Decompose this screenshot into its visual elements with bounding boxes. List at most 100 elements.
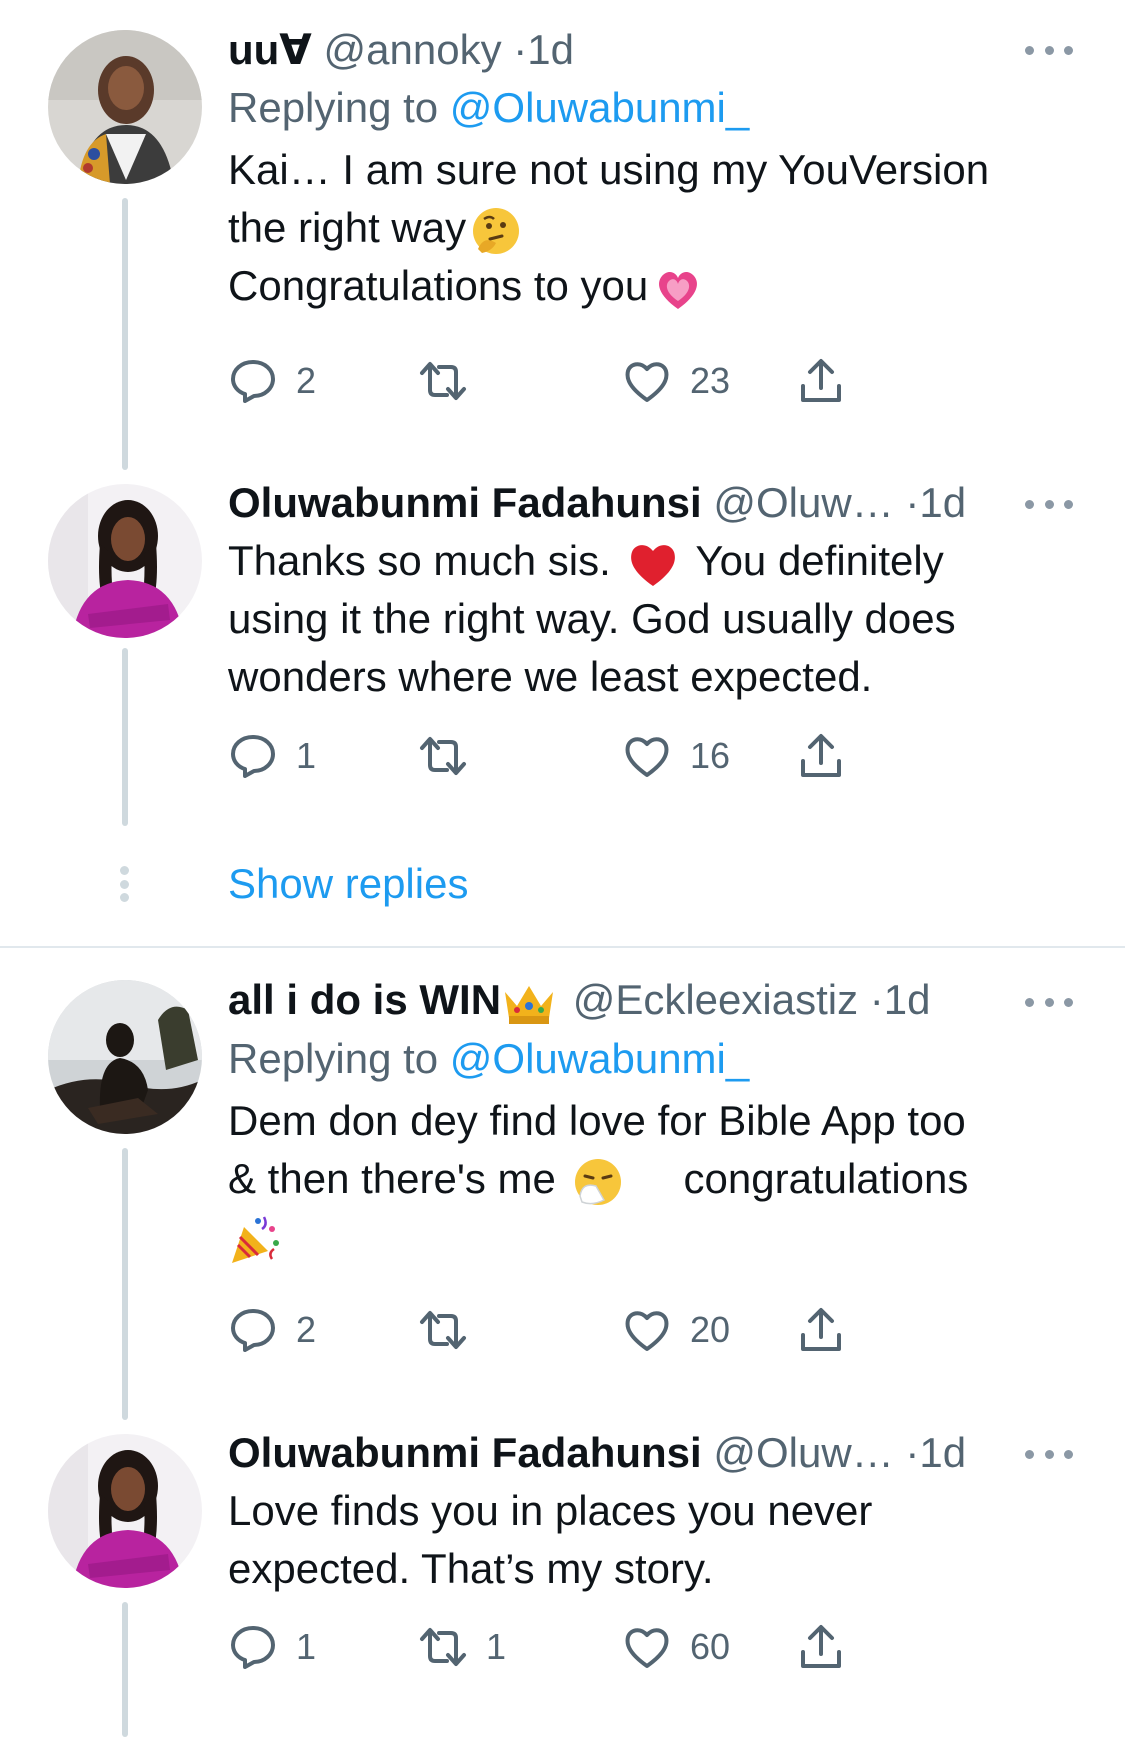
retweet-button[interactable]: 1	[418, 1622, 506, 1672]
share-button[interactable]	[796, 1305, 846, 1355]
avatar[interactable]	[48, 484, 202, 638]
text-line: Thanks so much sis.	[228, 537, 611, 584]
timestamp[interactable]: 1d	[919, 479, 966, 526]
avatar[interactable]	[48, 30, 202, 184]
tweet-header: Oluwabunmi Fadahunsi @Oluw… ·1d	[228, 1428, 1077, 1478]
tweet-header: uu∀ @annoky ·1d	[228, 25, 1077, 75]
text-line: congratulations	[683, 1154, 969, 1202]
separator-dot: ·	[513, 26, 528, 73]
text-line: using it the right way. God usually does	[228, 595, 956, 642]
replying-to-label: Replying to	[228, 84, 450, 131]
more-icon[interactable]	[1025, 498, 1073, 510]
retweet-button[interactable]	[418, 356, 486, 406]
reply-icon	[231, 735, 275, 778]
text-line: Dem don dey find love for Bible App too	[228, 1096, 966, 1144]
reply-icon	[231, 1626, 275, 1669]
thread-line	[122, 1602, 128, 1737]
action-bar: 1 1 60	[228, 1622, 948, 1672]
text-line: Love finds you in places you never	[228, 1487, 873, 1534]
retweet-icon	[420, 737, 466, 775]
share-button[interactable]	[796, 1622, 846, 1672]
reply-button[interactable]: 2	[228, 1305, 316, 1355]
mention-link[interactable]: @Oluwabunmi_	[450, 84, 749, 131]
share-icon	[801, 734, 841, 777]
more-icon[interactable]	[1025, 996, 1073, 1008]
like-icon	[625, 1311, 669, 1351]
separator-dot: ·	[905, 479, 920, 526]
replying-to-label: Replying to	[228, 1034, 450, 1082]
retweet-button[interactable]	[418, 1305, 486, 1355]
thread-gap-dots	[118, 866, 130, 902]
reply-icon	[231, 1309, 275, 1352]
reply-count: 1	[296, 1626, 317, 1667]
like-button[interactable]: 20	[622, 1305, 730, 1355]
display-name[interactable]: all i do is WIN	[228, 976, 501, 1023]
replying-to: Replying to @Oluwabunmi_	[228, 1034, 1077, 1084]
display-name[interactable]: Oluwabunmi Fadahunsi	[228, 1429, 702, 1476]
text-line: the right way	[228, 204, 467, 251]
text-line: Kai… I am sure not using my YouVersion	[228, 146, 990, 193]
avatar[interactable]	[48, 980, 202, 1134]
reply-count: 1	[296, 735, 317, 776]
timestamp[interactable]: 1d	[527, 26, 574, 73]
reply-count: 2	[296, 360, 317, 401]
separator-dot: ·	[905, 1429, 920, 1476]
retweet-button[interactable]	[418, 731, 486, 781]
replying-to: Replying to @Oluwabunmi_	[228, 83, 1077, 133]
thinking-face-emoji	[470, 205, 522, 257]
tweet-header: all i do is WIN @Eckleexiastiz ·1d	[228, 975, 1077, 1026]
action-bar: 1 16	[228, 731, 948, 781]
reply-button[interactable]: 1	[228, 1622, 316, 1672]
like-button[interactable]: 23	[622, 356, 730, 406]
retweet-icon	[420, 1628, 466, 1666]
user-handle[interactable]: @annoky	[324, 26, 502, 73]
reply-count: 2	[296, 1309, 317, 1350]
like-icon	[625, 737, 669, 777]
like-count: 20	[690, 1309, 731, 1350]
reply-button[interactable]: 2	[228, 356, 316, 406]
thread-line	[122, 198, 128, 470]
separator-dot: ·	[869, 976, 884, 1023]
text-line: & then there's me	[228, 1154, 556, 1202]
tweet-header: Oluwabunmi Fadahunsi @Oluw… ·1d	[228, 478, 1077, 528]
text-line: You definitely	[695, 537, 944, 584]
text-line: expected. That’s my story.	[228, 1545, 714, 1592]
red-heart-emoji	[626, 539, 680, 589]
reply-button[interactable]: 1	[228, 731, 316, 781]
tweet-text: Thanks so much sis. You definitely using…	[228, 532, 1077, 706]
more-icon[interactable]	[1025, 1448, 1073, 1460]
share-button[interactable]	[796, 731, 846, 781]
text-line: wonders where we least expected.	[228, 653, 873, 700]
action-bar: 2 23	[228, 356, 948, 406]
user-handle[interactable]: @Oluw…	[713, 1429, 893, 1476]
timestamp[interactable]: 1d	[919, 1429, 966, 1476]
thread-line	[122, 1148, 128, 1420]
display-name[interactable]: uu∀	[228, 26, 312, 73]
share-icon	[801, 1308, 841, 1351]
tweet-text: Kai… I am sure not using my YouVersion t…	[228, 141, 1077, 315]
user-handle[interactable]: @Eckleexiastiz	[573, 976, 858, 1023]
more-icon[interactable]	[1025, 44, 1073, 56]
display-name[interactable]: Oluwabunmi Fadahunsi	[228, 479, 702, 526]
share-icon	[801, 1625, 841, 1668]
action-bar: 2 20	[228, 1305, 948, 1355]
crown-emoji	[501, 980, 557, 1026]
avatar[interactable]	[48, 1434, 202, 1588]
show-replies-link[interactable]: Show replies	[228, 860, 468, 908]
sneezing-face-emoji	[572, 1156, 624, 1208]
like-count: 60	[690, 1626, 731, 1667]
like-icon	[625, 362, 669, 402]
retweet-icon	[420, 362, 466, 400]
divider	[0, 946, 1125, 948]
tweet-text: Love finds you in places you never expec…	[228, 1482, 1077, 1598]
mention-link[interactable]: @Oluwabunmi_	[450, 1035, 749, 1082]
share-button[interactable]	[796, 356, 846, 406]
user-handle[interactable]: @Oluw…	[713, 479, 893, 526]
share-icon	[801, 359, 841, 402]
like-button[interactable]: 60	[622, 1622, 730, 1672]
retweet-count: 1	[486, 1626, 507, 1667]
like-button[interactable]: 16	[622, 731, 730, 781]
sparkling-heart-emoji	[652, 263, 704, 315]
party-popper-emoji	[228, 1213, 282, 1267]
timestamp[interactable]: 1d	[884, 976, 931, 1023]
